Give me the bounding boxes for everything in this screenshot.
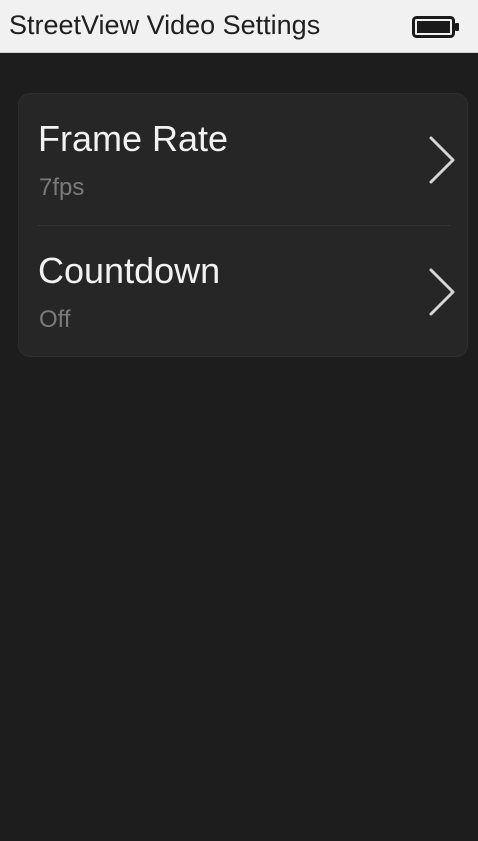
setting-label: Countdown	[38, 250, 221, 291]
setting-countdown[interactable]: Countdown Off	[19, 226, 467, 358]
chevron-right-icon	[425, 134, 459, 186]
chevron-right-icon	[425, 266, 459, 318]
settings-screen: StreetView Video Settings Frame Rate 7fp…	[0, 0, 478, 841]
setting-value: 7fps	[39, 174, 85, 201]
settings-content: Frame Rate 7fps Countdown Off	[0, 53, 478, 841]
page-title: StreetView Video Settings	[9, 10, 321, 40]
setting-label: Frame Rate	[38, 118, 229, 159]
setting-frame-rate[interactable]: Frame Rate 7fps	[19, 94, 467, 226]
title-bar: StreetView Video Settings	[0, 0, 478, 53]
settings-card: Frame Rate 7fps Countdown Off	[18, 93, 468, 357]
battery-full-icon	[412, 16, 460, 38]
setting-value: Off	[39, 306, 71, 333]
